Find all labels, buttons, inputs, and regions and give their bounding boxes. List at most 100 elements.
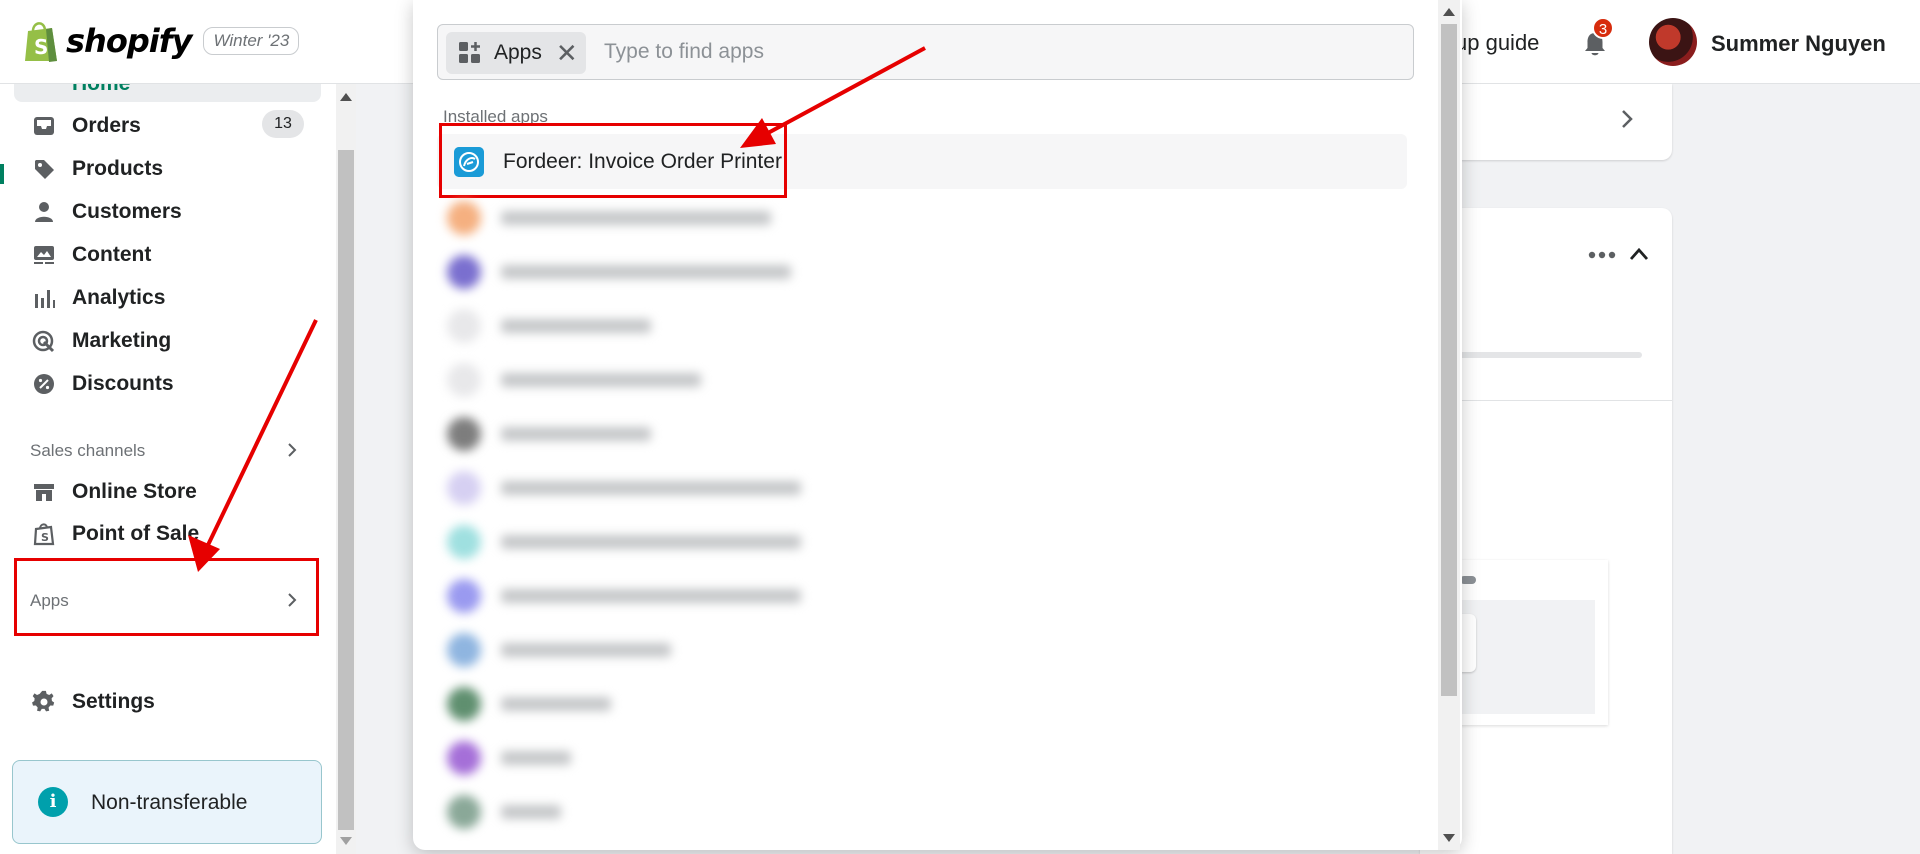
tag-icon — [30, 155, 58, 183]
app-icon — [447, 309, 481, 343]
redacted-text — [501, 265, 791, 279]
user-name[interactable]: Summer Nguyen — [1711, 31, 1886, 57]
sidebar-item-settings[interactable]: Settings — [30, 684, 155, 720]
sidebar-item-label: Marketing — [72, 329, 172, 352]
sidebar-item-label: Analytics — [72, 286, 166, 309]
redacted-text — [501, 481, 801, 495]
app-icon — [447, 741, 481, 775]
bar-chart-icon — [30, 284, 58, 312]
redacted-text — [501, 805, 561, 819]
list-item[interactable] — [447, 255, 791, 289]
progress-bar — [1440, 352, 1642, 358]
shopping-bag-icon: S — [30, 520, 58, 548]
preview-dot — [1460, 576, 1476, 584]
discount-icon — [30, 370, 58, 398]
edition-badge: Winter '23 — [203, 27, 300, 55]
store-icon — [30, 478, 58, 506]
sidebar-item-point-of-sale[interactable]: S Point of Sale — [30, 516, 199, 552]
app-search-field[interactable]: Apps ✕ Type to find apps — [437, 24, 1414, 80]
list-item[interactable] — [447, 417, 651, 451]
apps-grid-icon — [459, 42, 480, 63]
apps-highlight-box — [14, 558, 319, 636]
list-item[interactable] — [447, 201, 771, 235]
app-icon — [447, 201, 481, 235]
svg-text:S: S — [34, 35, 48, 59]
sidebar-scrollbar-thumb[interactable] — [338, 150, 354, 830]
scroll-up-arrow-icon[interactable] — [1443, 8, 1455, 16]
sidebar-item-marketing[interactable]: Marketing — [30, 323, 171, 359]
setup-guide-link[interactable]: up guide — [1455, 30, 1539, 56]
scroll-up-arrow-icon[interactable] — [340, 93, 352, 101]
list-item[interactable] — [447, 741, 571, 775]
redacted-text — [501, 535, 801, 549]
sidebar-item-products[interactable]: Products — [30, 151, 163, 187]
search-input[interactable]: Type to find apps — [604, 40, 764, 64]
list-item[interactable] — [447, 687, 611, 721]
list-item[interactable] — [447, 471, 801, 505]
popover-scrollbar-thumb[interactable] — [1441, 24, 1457, 696]
app-highlight-box — [439, 123, 787, 198]
app-icon — [447, 525, 481, 559]
sidebar-item-orders[interactable]: Orders — [30, 108, 141, 144]
redacted-text — [501, 697, 611, 711]
sidebar-item-label: Products — [72, 157, 164, 180]
redacted-text — [501, 751, 571, 765]
target-icon — [30, 327, 58, 355]
sidebar-item-discounts[interactable]: Discounts — [30, 366, 174, 402]
redacted-text — [501, 373, 701, 387]
user-avatar[interactable] — [1649, 18, 1697, 66]
chevron-up-icon[interactable] — [1628, 246, 1650, 262]
redacted-text — [501, 211, 771, 225]
app-icon — [447, 417, 481, 451]
list-item[interactable] — [447, 309, 651, 343]
app-icon — [447, 255, 481, 289]
inbox-icon — [30, 112, 58, 140]
more-actions-icon[interactable] — [1588, 250, 1616, 260]
sidebar-item-label: Settings — [72, 690, 155, 713]
sidebar-item-analytics[interactable]: Analytics — [30, 280, 165, 316]
svg-text:S: S — [41, 531, 49, 544]
sidebar-item-online-store[interactable]: Online Store — [30, 474, 197, 510]
list-item[interactable] — [447, 579, 801, 613]
shopify-logo[interactable]: S shopify Winter '23 — [22, 19, 300, 63]
list-item[interactable] — [447, 633, 671, 667]
app-icon — [447, 579, 481, 613]
redacted-text — [501, 319, 651, 333]
sidebar-item-label: Discounts — [72, 372, 174, 395]
active-indicator — [0, 164, 4, 184]
notification-count-badge: 3 — [1592, 17, 1614, 39]
gear-icon — [30, 688, 58, 716]
list-item[interactable] — [447, 795, 561, 829]
chip-label: Apps — [494, 41, 542, 64]
redacted-text — [501, 589, 801, 603]
app-icon — [447, 795, 481, 829]
app-icon — [447, 363, 481, 397]
orders-count-badge: 13 — [262, 110, 304, 138]
list-item[interactable] — [447, 525, 801, 559]
sidebar-item-home[interactable]: Home — [14, 84, 321, 102]
sidebar-item-label: Customers — [72, 200, 182, 223]
sidebar-item-label: Point of Sale — [72, 522, 200, 545]
chevron-right-icon[interactable] — [284, 442, 300, 458]
chevron-right-icon[interactable] — [1620, 108, 1634, 130]
sidebar-item-customers[interactable]: Customers — [30, 194, 182, 230]
content-icon — [30, 241, 58, 269]
info-icon: i — [38, 787, 68, 817]
app-icon — [447, 471, 481, 505]
list-item[interactable] — [447, 363, 701, 397]
scroll-down-arrow-icon[interactable] — [1443, 834, 1455, 842]
sidebar-item-label: Content — [72, 243, 152, 266]
apps-filter-chip[interactable]: Apps ✕ — [446, 32, 586, 74]
sidebar-item-label: Online Store — [72, 480, 197, 503]
logo-wordmark: shopify — [66, 22, 192, 60]
app-icon — [447, 687, 481, 721]
redacted-text — [501, 427, 651, 441]
sidebar-item-content[interactable]: Content — [30, 237, 151, 273]
sidebar: Home Orders 13 Products Customers Conten… — [0, 84, 340, 854]
scroll-down-arrow-icon[interactable] — [340, 837, 352, 845]
close-icon[interactable]: ✕ — [556, 40, 578, 66]
non-transferable-notice[interactable]: i Non-transferable — [12, 760, 322, 844]
person-icon — [30, 198, 58, 226]
sidebar-item-label: Orders — [72, 114, 141, 137]
notice-label: Non-transferable — [91, 791, 248, 814]
